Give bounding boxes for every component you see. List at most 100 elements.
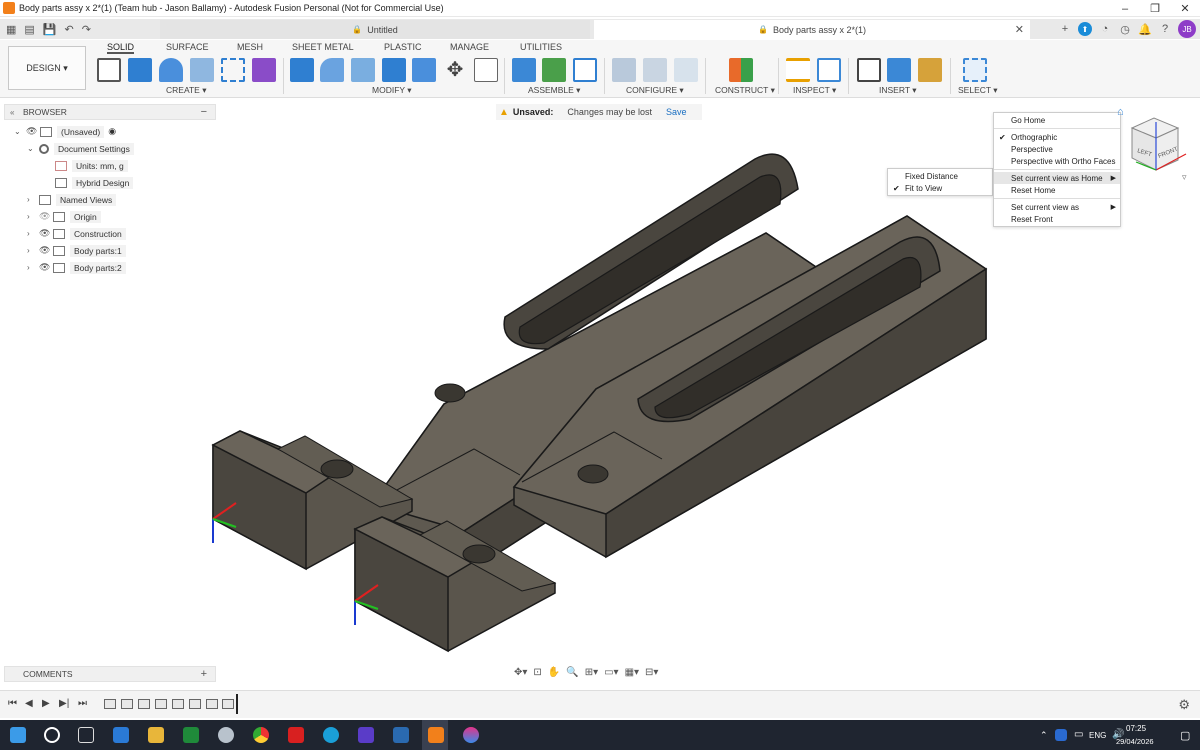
eye-icon[interactable]: 👁 — [39, 262, 53, 273]
chamfer-icon[interactable] — [351, 58, 375, 82]
spreadsheet-app-icon[interactable] — [183, 727, 199, 743]
language-indicator[interactable]: ENG — [1089, 731, 1106, 740]
create-sketch-icon[interactable] — [97, 58, 121, 82]
timeline-feature[interactable] — [206, 699, 218, 709]
new-tab-icon[interactable]: + — [1058, 22, 1072, 36]
eye-icon[interactable]: 👁 — [26, 126, 40, 137]
home-view-icon[interactable]: ⌂ — [1117, 106, 1124, 118]
online-status-icon[interactable]: ◔ — [1098, 22, 1112, 36]
look-at-icon[interactable]: ⊡ — [533, 667, 541, 678]
group-create[interactable]: CREATE ▾ — [166, 85, 206, 96]
minimize-button[interactable]: – — [1110, 0, 1140, 17]
chevron-right-icon[interactable]: › — [27, 263, 39, 272]
tab-surface[interactable]: SURFACE — [166, 42, 209, 52]
configure-rule-icon[interactable] — [643, 58, 667, 82]
tree-item-hybrid-design[interactable]: Hybrid Design — [55, 175, 134, 190]
new-component-icon[interactable] — [252, 58, 276, 82]
tab-plastic[interactable]: PLASTIC — [384, 42, 422, 52]
measure-icon[interactable] — [786, 58, 810, 82]
task-view-icon[interactable] — [78, 727, 94, 743]
press-pull-icon[interactable] — [290, 58, 314, 82]
chrome-icon[interactable] — [253, 727, 269, 743]
chevron-right-icon[interactable]: › — [27, 195, 39, 204]
display-settings-icon[interactable]: ▭▾ — [604, 667, 618, 678]
eye-icon[interactable]: 👁 — [39, 228, 53, 239]
tree-item-body-parts-2[interactable]: › 👁 Body parts:2 — [27, 260, 126, 275]
job-status-icon[interactable]: ◷ — [1118, 22, 1132, 36]
extensions-icon[interactable]: ⬆ — [1078, 22, 1092, 36]
menu-item-set-view-as-home[interactable]: Set current view as Home ▶ — [994, 172, 1120, 184]
align-icon[interactable] — [474, 58, 498, 82]
as-built-joint-icon[interactable] — [542, 58, 566, 82]
save-link[interactable]: Save — [666, 107, 687, 117]
viewcube-menu-icon[interactable]: ▿ — [1182, 172, 1187, 183]
insert-mesh-icon[interactable] — [918, 58, 942, 82]
start-icon[interactable] — [10, 727, 26, 743]
activate-radio-icon[interactable]: ◉ — [108, 126, 116, 137]
close-tab-icon[interactable]: ✕ — [1015, 23, 1024, 36]
pdf-reader-icon[interactable] — [288, 727, 304, 743]
tree-item-units[interactable]: Units: mm, g — [55, 158, 128, 173]
clock-time[interactable]: 07:25 — [1126, 724, 1146, 733]
restore-button[interactable]: ❐ — [1140, 0, 1170, 17]
joint-origin-icon[interactable] — [573, 58, 597, 82]
close-window-button[interactable]: ✕ — [1170, 0, 1200, 17]
tab-utilities[interactable]: UTILITIES — [520, 42, 562, 52]
timeline-feature[interactable] — [104, 699, 116, 709]
grid-icon[interactable]: ▦▾ — [625, 667, 639, 678]
cad-app-icon[interactable] — [218, 727, 234, 743]
file-explorer-icon[interactable] — [148, 727, 164, 743]
timeline-feature[interactable] — [121, 699, 133, 709]
menu-item-fixed-distance[interactable]: Fixed Distance — [888, 170, 992, 182]
zoom-icon[interactable]: 🔍 — [566, 667, 578, 678]
tree-item-construction[interactable]: › 👁 Construction — [27, 226, 126, 241]
fillet-icon[interactable] — [320, 58, 344, 82]
window-select-icon[interactable] — [963, 58, 987, 82]
revolve-icon[interactable] — [159, 58, 183, 82]
configure-theme-icon[interactable] — [674, 58, 698, 82]
tree-item-root[interactable]: ⌄ 👁 (Unsaved) ◉ — [14, 124, 116, 139]
group-assemble[interactable]: ASSEMBLE ▾ — [528, 85, 580, 96]
tree-item-document-settings[interactable]: ⌄ Document Settings — [27, 141, 134, 156]
fit-icon[interactable]: ⊞▾ — [585, 667, 598, 678]
go-to-end-icon[interactable]: ⏭ — [78, 698, 87, 709]
viewcube[interactable]: LEFT FRONT — [1124, 112, 1192, 180]
save-icon[interactable]: 💾 — [43, 23, 57, 36]
store-icon[interactable] — [113, 727, 129, 743]
move-copy-icon[interactable]: ✥ — [443, 58, 467, 82]
tab-manage[interactable]: MANAGE — [450, 42, 489, 52]
notifications-icon[interactable]: 🔔 — [1138, 22, 1152, 36]
tree-item-named-views[interactable]: › Named Views — [27, 192, 117, 207]
chevron-right-icon[interactable]: › — [27, 229, 39, 238]
comments-panel-header[interactable]: COMMENTS + — [4, 666, 216, 682]
autodesk-icon[interactable] — [393, 727, 409, 743]
menu-item-orthographic[interactable]: ✔ Orthographic — [994, 131, 1120, 143]
browser-panel-header[interactable]: « BROWSER − — [4, 104, 216, 120]
eye-hidden-icon[interactable]: 👁 — [39, 211, 53, 222]
timeline-feature[interactable] — [189, 699, 201, 709]
tree-item-body-parts-1[interactable]: › 👁 Body parts:1 — [27, 243, 126, 258]
step-forward-icon[interactable]: ▶| — [59, 698, 69, 709]
notification-center-icon[interactable]: ▢ — [1180, 729, 1190, 742]
menu-item-perspective[interactable]: Perspective — [994, 143, 1120, 155]
add-comment-icon[interactable]: + — [201, 668, 207, 680]
workspace-switcher[interactable]: DESIGN ▾ — [8, 46, 86, 90]
pattern-icon[interactable] — [221, 58, 245, 82]
menu-item-reset-home[interactable]: Reset Home — [994, 184, 1120, 196]
search-icon[interactable] — [44, 727, 60, 743]
menu-item-fit-to-view[interactable]: ✔ Fit to View — [888, 182, 992, 194]
tab-untitled[interactable]: 🔒 Untitled — [160, 20, 590, 39]
orbit-icon[interactable]: ✥▾ — [514, 667, 527, 678]
menu-item-go-home[interactable]: Go Home — [994, 114, 1120, 126]
hole-icon[interactable] — [190, 58, 214, 82]
tab-sheet-metal[interactable]: SHEET METAL — [292, 42, 354, 52]
gear-icon[interactable]: ⚙ — [1178, 697, 1190, 713]
body-part-small-2[interactable] — [353, 516, 557, 653]
paint-app-icon[interactable] — [463, 727, 479, 743]
offset-plane-icon[interactable] — [729, 58, 753, 82]
app-icon[interactable] — [358, 727, 374, 743]
group-insert[interactable]: INSERT ▾ — [879, 85, 917, 96]
word-tray-icon[interactable] — [1055, 729, 1067, 741]
joint-icon[interactable] — [512, 58, 536, 82]
menu-item-perspective-ortho-faces[interactable]: Perspective with Ortho Faces — [994, 155, 1120, 167]
